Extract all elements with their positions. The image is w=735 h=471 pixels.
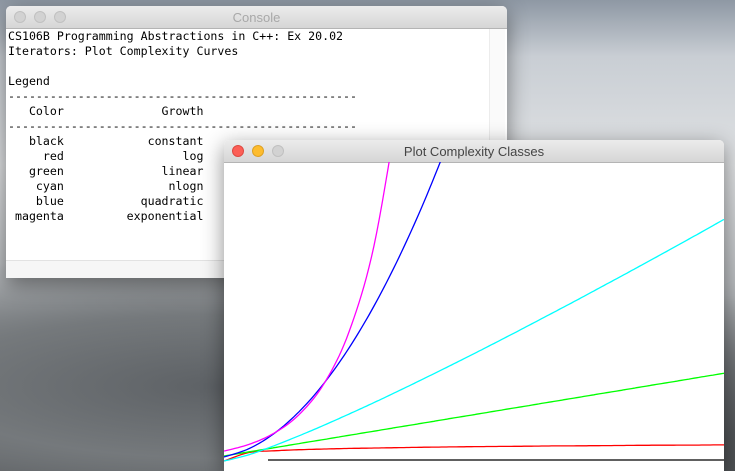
plot-titlebar[interactable]: Plot Complexity Classes [224, 140, 724, 163]
console-titlebar[interactable]: Console [6, 6, 507, 29]
console-line: CS106B Programming Abstractions in C++: … [8, 29, 344, 43]
plot-window: Plot Complexity Classes [224, 140, 724, 471]
curve-quadratic [224, 162, 441, 458]
complexity-plot [224, 162, 724, 462]
curve-nlogn [224, 218, 724, 462]
console-title: Console [232, 10, 281, 25]
console-line: ----------------------------------------… [8, 119, 358, 133]
plot-title: Plot Complexity Classes [403, 144, 545, 159]
curve-exponential [224, 162, 390, 452]
curve-log [224, 444, 724, 462]
console-line: Legend [8, 74, 50, 88]
console-line: ----------------------------------------… [8, 89, 358, 103]
console-line: Color Growth [8, 104, 204, 118]
console-line: Iterators: Plot Complexity Curves [8, 44, 239, 58]
